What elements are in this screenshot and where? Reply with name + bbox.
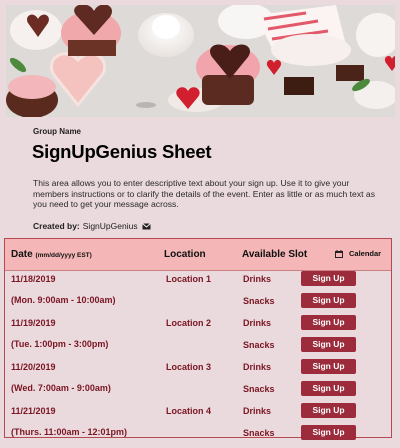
slot-snacks: Snacks [243, 340, 275, 350]
slot-drinks: Drinks [243, 318, 272, 328]
slot-snacks: Snacks [243, 428, 275, 438]
banner-image [6, 5, 395, 117]
row-location: Location 4 [166, 406, 212, 416]
created-by-label: Created by: [33, 221, 80, 231]
sign-up-button[interactable]: Sign Up [301, 293, 356, 308]
table-row: 11/18/2019 (Mon. 9:00am - 10:00am) Locat… [5, 270, 391, 314]
slot-snacks: Snacks [243, 384, 275, 394]
table-row: 11/19/2019 (Tue. 1:00pm - 3:00pm) Locati… [5, 314, 391, 358]
row-location: Location 3 [166, 362, 212, 372]
sign-up-button[interactable]: Sign Up [301, 403, 356, 418]
slot-snacks: Snacks [243, 296, 275, 306]
slot-drinks: Drinks [243, 362, 272, 372]
column-header-date: Date (mm/dd/yyyy EST) [11, 249, 92, 260]
row-date: 11/19/2019 [11, 318, 56, 328]
slot-drinks: Drinks [243, 406, 272, 416]
column-header-date-format: (mm/dd/yyyy EST) [35, 252, 92, 259]
sign-up-button[interactable]: Sign Up [301, 425, 356, 440]
mail-icon[interactable] [141, 222, 151, 230]
column-header-slot: Available Slot [242, 249, 308, 260]
row-location: Location 1 [166, 274, 212, 284]
row-time: (Wed. 7:00am - 9:00am) [11, 383, 111, 393]
row-date: 11/21/2019 [11, 406, 56, 416]
signup-table: Date (mm/dd/yyyy EST) Location Available… [4, 238, 392, 440]
created-by: Created by: SignUpGenius [33, 221, 151, 231]
description-text: This area allows you to enter descriptiv… [33, 178, 375, 210]
row-time: (Thurs. 11:00am - 12:01pm) [11, 427, 128, 437]
sign-up-button[interactable]: Sign Up [301, 381, 356, 396]
row-time: (Tue. 1:00pm - 3:00pm) [11, 339, 109, 349]
sign-up-button[interactable]: Sign Up [301, 271, 356, 286]
sign-up-button[interactable]: Sign Up [301, 315, 356, 330]
slot-drinks: Drinks [243, 274, 272, 284]
dessert-banner-image [6, 5, 395, 117]
row-date: 11/18/2019 [11, 274, 56, 284]
sign-up-button[interactable]: Sign Up [301, 337, 356, 352]
row-time: (Mon. 9:00am - 10:00am) [11, 295, 116, 305]
calendar-link[interactable]: Calendar [335, 249, 381, 258]
page-title: SignUpGenius Sheet [32, 141, 212, 162]
created-by-name: SignUpGenius [82, 221, 138, 231]
row-location: Location 2 [166, 318, 212, 328]
row-date: 11/20/2019 [11, 362, 56, 372]
table-row: 11/21/2019 (Thurs. 11:00am - 12:01pm) Lo… [5, 402, 391, 446]
calendar-label: Calendar [349, 249, 382, 258]
table-header: Date (mm/dd/yyyy EST) Location Available… [5, 239, 391, 271]
calendar-icon [335, 249, 343, 258]
sign-up-button[interactable]: Sign Up [301, 359, 356, 374]
table-row: 11/20/2019 (Wed. 7:00am - 9:00am) Locati… [5, 358, 391, 402]
group-name: Group Name [33, 127, 82, 136]
column-header-date-label: Date [11, 249, 33, 260]
column-header-location: Location [164, 249, 206, 260]
